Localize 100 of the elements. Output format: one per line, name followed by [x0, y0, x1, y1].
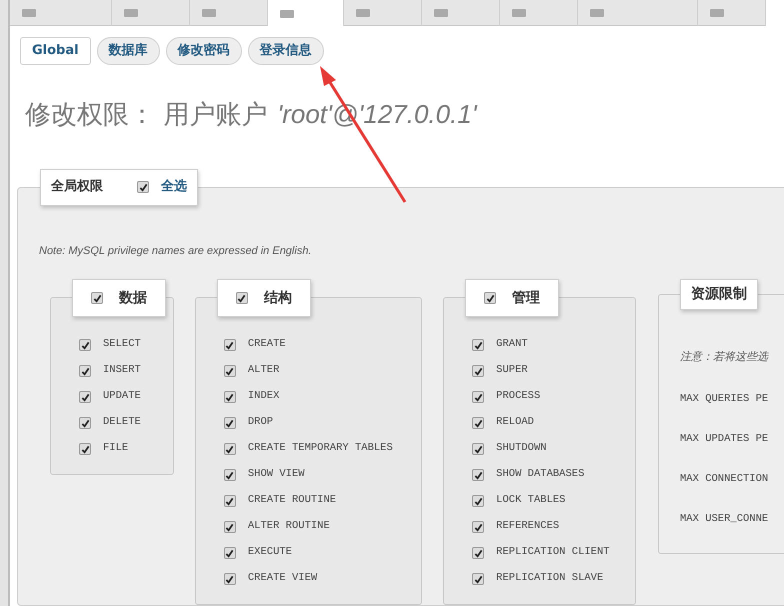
check-icon: [474, 418, 483, 428]
privilege-label: EXECUTE: [248, 545, 292, 560]
checkbox[interactable]: [472, 469, 484, 481]
check-icon: [80, 392, 90, 402]
checkbox[interactable]: [79, 365, 91, 377]
limit-label: MAX UPDATES PE: [680, 432, 770, 446]
legend-title: 全局权限: [51, 178, 103, 196]
check-icon: [225, 496, 234, 506]
checkbox[interactable]: [472, 391, 484, 403]
checkbox[interactable]: [472, 417, 484, 429]
privilege-label: SHOW VIEW: [248, 467, 305, 482]
privilege-label: RELOAD: [496, 415, 534, 430]
check-icon: [225, 366, 234, 376]
limit-label: MAX USER_CONNE: [680, 512, 770, 526]
check-icon: [225, 522, 234, 532]
checkbox[interactable]: [472, 339, 484, 351]
checkbox[interactable]: [224, 495, 236, 507]
tab-icon: [22, 8, 36, 16]
checkbox[interactable]: [224, 547, 236, 559]
checkbox[interactable]: [79, 391, 91, 403]
privilege-label: CREATE TEMPORARY TABLES: [248, 441, 393, 456]
check-icon: [225, 574, 234, 584]
select-all-label[interactable]: 全选: [161, 177, 187, 197]
subtab[interactable]: 修改密码: [166, 36, 242, 64]
group-title: 资源限制: [690, 285, 747, 304]
privilege-label: UPDATE: [103, 389, 141, 404]
checkbox[interactable]: [79, 339, 91, 351]
checkbox[interactable]: [484, 292, 496, 304]
subtab[interactable]: Global: [20, 36, 91, 64]
checkbox[interactable]: [137, 181, 149, 193]
checkbox[interactable]: [224, 339, 236, 351]
limit-label: MAX QUERIES PE: [680, 392, 770, 406]
checkbox[interactable]: [472, 573, 484, 585]
tab-icon: [590, 8, 604, 16]
check-icon: [225, 418, 234, 428]
checkbox[interactable]: [472, 495, 484, 507]
check-icon: [225, 340, 234, 350]
privilege-label: PROCESS: [496, 389, 540, 404]
note-text: Note: MySQL privilege names are expressed in English.: [39, 244, 312, 258]
checkbox[interactable]: [472, 547, 484, 559]
privilege-label: CREATE VIEW: [248, 571, 318, 586]
privilege-label: SHUTDOWN: [496, 441, 547, 456]
checkbox[interactable]: [224, 417, 236, 429]
privilege-label: SUPER: [496, 363, 528, 378]
checkbox[interactable]: [224, 443, 236, 455]
privilege-label: LOCK TABLES: [496, 493, 566, 508]
check-icon: [80, 340, 90, 350]
checkbox[interactable]: [224, 521, 236, 533]
check-icon: [474, 392, 483, 402]
subtab[interactable]: 登录信息: [248, 36, 324, 64]
subtab[interactable]: 数据库: [96, 36, 160, 64]
check-icon: [80, 366, 90, 376]
checkbox[interactable]: [472, 443, 484, 455]
checkbox[interactable]: [224, 391, 236, 403]
resource-note: 注意：若将这些选: [680, 349, 770, 365]
privilege-label: ALTER: [248, 363, 280, 378]
privilege-label: ALTER ROUTINE: [248, 519, 330, 534]
checkbox[interactable]: [224, 573, 236, 585]
check-icon: [474, 548, 483, 558]
privilege-label: GRANT: [496, 337, 528, 352]
tab-icon: [356, 8, 370, 16]
check-icon: [474, 496, 483, 506]
checkbox[interactable]: [91, 292, 103, 304]
checkbox[interactable]: [79, 417, 91, 429]
check-icon: [80, 444, 90, 454]
check-icon: [474, 444, 483, 454]
checkbox[interactable]: [79, 443, 91, 455]
check-icon: [225, 470, 234, 480]
privilege-label: FILE: [103, 441, 128, 456]
group-title: 结构: [264, 288, 292, 308]
tab-icon: [124, 8, 138, 16]
check-icon: [225, 392, 234, 402]
privilege-label: CREATE: [248, 337, 286, 352]
privilege-label: INDEX: [248, 389, 280, 404]
check-icon: [225, 444, 234, 454]
checkbox[interactable]: [236, 292, 248, 304]
check-icon: [80, 418, 90, 428]
group-title: 数据: [119, 288, 147, 308]
checkbox[interactable]: [224, 365, 236, 377]
tab-icon: [202, 8, 216, 16]
privilege-label: SELECT: [103, 337, 141, 352]
check-icon: [92, 294, 102, 302]
check-icon: [225, 548, 234, 558]
check-icon: [138, 182, 148, 192]
checkbox[interactable]: [472, 365, 484, 377]
tab-icon: [280, 10, 294, 18]
check-icon: [486, 294, 495, 302]
privilege-label: DELETE: [103, 415, 141, 430]
privilege-label: REFERENCES: [496, 519, 560, 534]
page-title: 修改权限： 用户账户: [25, 98, 268, 132]
group-title: 管理: [512, 288, 540, 308]
check-icon: [474, 340, 483, 350]
tab-icon: [434, 8, 448, 16]
check-icon: [474, 470, 483, 480]
privilege-label: SHOW DATABASES: [496, 467, 584, 482]
privilege-label: CREATE ROUTINE: [248, 493, 336, 508]
checkbox[interactable]: [224, 469, 236, 481]
checkbox[interactable]: [472, 521, 484, 533]
tab-icon: [512, 8, 526, 16]
privilege-label: DROP: [248, 415, 274, 430]
